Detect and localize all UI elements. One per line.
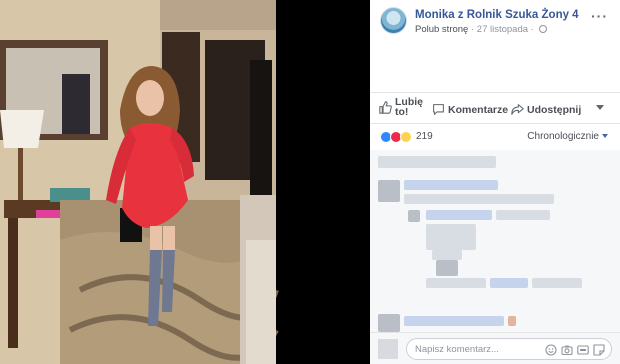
emoji-icon[interactable]: [545, 343, 557, 356]
blurred-comment-line: [436, 260, 458, 276]
comment-button[interactable]: Komentarze: [432, 103, 508, 116]
photo-image: [0, 0, 370, 364]
gif-icon[interactable]: [577, 343, 589, 355]
blurred-comment-line: [532, 278, 582, 288]
sticker-icon[interactable]: [593, 343, 605, 356]
meta-separator: ·: [530, 24, 534, 35]
comments-section: [370, 150, 620, 332]
wow-icon: [400, 131, 412, 143]
share-label: Udostępnij: [527, 103, 582, 116]
comment-icon: [433, 104, 444, 115]
user-avatar: [378, 339, 398, 359]
like-label: Lubię to!: [395, 97, 423, 118]
like-button[interactable]: Lubię to!: [379, 97, 423, 117]
globe-icon: [539, 25, 548, 33]
share-icon: [511, 104, 524, 115]
camera-icon[interactable]: [561, 343, 573, 356]
page-name-link[interactable]: Monika z Rolnik Szuka Żony 4: [415, 9, 579, 21]
share-dropdown-icon[interactable]: [596, 105, 604, 110]
page-avatar[interactable]: [380, 7, 407, 34]
comment-input[interactable]: [415, 342, 525, 356]
blurred-comment-line: [432, 250, 462, 260]
post-actions: Lubię to! Komentarze Udostępnij: [370, 92, 620, 124]
post-date[interactable]: 27 listopada: [477, 24, 528, 35]
blurred-comment-line: [426, 278, 486, 288]
blurred-comment-line: [404, 194, 554, 204]
reaction-icons[interactable]: [380, 131, 414, 143]
meta-separator: ·: [470, 24, 475, 35]
post-panel: Monika z Rolnik Szuka Żony 4 Polub stron…: [370, 0, 620, 364]
comment-input-box[interactable]: [406, 338, 612, 360]
blurred-comment-line: [404, 316, 504, 326]
blurred-comment-line: [496, 210, 550, 220]
chevron-down-icon: [602, 134, 608, 138]
sort-label: Chronologicznie: [527, 131, 599, 142]
like-page-link[interactable]: Polub stronę: [415, 24, 468, 35]
more-options-icon[interactable]: ···: [591, 8, 608, 24]
comment-label: Komentarze: [448, 103, 509, 116]
post-photo[interactable]: [0, 0, 370, 364]
share-button[interactable]: Udostępnij: [511, 103, 581, 116]
blurred-avatar: [408, 210, 420, 222]
post-header: Monika z Rolnik Szuka Żony 4 Polub stron…: [370, 0, 620, 46]
blurred-comment-line: [426, 210, 492, 220]
thumbs-up-icon: [379, 100, 392, 114]
reactions-bar: 219 Chronologicznie: [370, 124, 620, 150]
comment-sort-dropdown[interactable]: Chronologicznie: [527, 131, 608, 142]
composer-icons: [545, 343, 605, 356]
blurred-comment-line: [404, 180, 498, 190]
reaction-count[interactable]: 219: [416, 131, 433, 142]
blurred-avatar: [378, 314, 400, 332]
post-meta: Polub stronę · 27 listopada ·: [415, 24, 548, 35]
like-label-line2: to!: [395, 106, 409, 118]
blurred-comment-line: [378, 156, 496, 168]
blurred-avatar: [378, 180, 400, 202]
blurred-comment-line: [426, 224, 476, 250]
blurred-comment-line: [490, 278, 528, 288]
comment-composer: [370, 332, 620, 364]
blurred-comment-line: [508, 316, 516, 326]
